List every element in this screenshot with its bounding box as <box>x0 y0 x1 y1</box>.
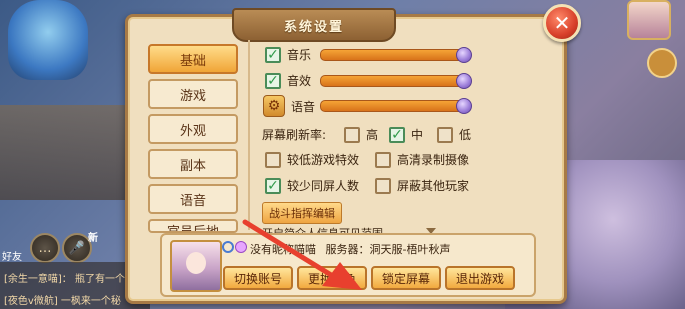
refresh-high[interactable]: 高 <box>344 126 378 143</box>
player-nickname: 没有昵称喵喵 <box>250 243 316 256</box>
option-hide-players[interactable]: 屏蔽其他玩家 <box>375 177 469 194</box>
refresh-rate-label: 屏幕刷新率: <box>262 128 327 142</box>
voice-slider[interactable] <box>320 100 470 112</box>
sfx-slider-knob[interactable] <box>456 73 472 89</box>
server-name: 服务器：洞天服-梧叶秋声 <box>325 243 451 256</box>
chat-line: [余生一意喵]： 瓶了有一个 <box>4 274 125 285</box>
new-tag: 新 <box>88 233 98 244</box>
music-slider-knob[interactable] <box>456 47 472 63</box>
gear-icon[interactable]: ⚙ <box>263 95 285 117</box>
switch-account-button[interactable]: 切换账号 <box>223 266 293 290</box>
option-fewer-players[interactable]: ✓ 较少同屏人数 <box>265 177 359 194</box>
dialog-title-plate: 系统设置 <box>232 8 396 42</box>
tab-appearance[interactable]: 外观 <box>148 114 238 144</box>
tab-basic[interactable]: 基础 <box>148 44 238 74</box>
option-checkbox[interactable] <box>375 177 391 194</box>
player-portrait-icon[interactable] <box>627 0 671 40</box>
change-role-button[interactable]: 更换角色 <box>297 266 367 290</box>
sfx-checkbox[interactable]: ✓ <box>265 72 281 89</box>
voice-slider-knob[interactable] <box>456 98 472 114</box>
lock-screen-button[interactable]: 锁定屏幕 <box>371 266 441 290</box>
refresh-rate-row: 屏幕刷新率: <box>262 126 326 143</box>
background-stone <box>0 105 130 200</box>
sfx-slider[interactable] <box>320 75 470 87</box>
music-row: ✓ 音乐 <box>265 46 311 63</box>
option-label: 较低游戏特效 <box>287 153 360 167</box>
emoji-icon <box>235 241 247 253</box>
close-icon[interactable]: ✕ <box>543 4 581 42</box>
sfx-label: 音效 <box>287 74 312 88</box>
refresh-medium-checkbox[interactable]: ✓ <box>389 126 405 143</box>
chat-bubble-icon[interactable]: … <box>30 233 60 263</box>
refresh-medium-label: 中 <box>411 128 424 142</box>
background-statue <box>8 0 88 80</box>
player-info-text: 没有昵称喵喵 服务器：洞天服-梧叶秋声 <box>250 241 450 257</box>
option-low-effects[interactable]: 较低游戏特效 <box>265 151 359 168</box>
refresh-high-checkbox[interactable] <box>344 126 360 143</box>
option-label: 较少同屏人数 <box>287 179 360 193</box>
chat-line: [夜色v微航] 一枫来一个秘 <box>4 296 121 307</box>
music-checkbox[interactable]: ✓ <box>265 46 281 63</box>
dialog-title: 系统设置 <box>283 19 344 35</box>
option-label: 屏蔽其他玩家 <box>397 179 470 193</box>
gender-icon <box>222 241 234 253</box>
option-label: 高清录制摄像 <box>397 153 470 167</box>
friend-label[interactable]: 好友 <box>2 248 22 263</box>
tab-more[interactable]: 官员后地 <box>148 219 238 233</box>
voice-row: ⚙ 语音 <box>263 95 315 117</box>
tab-voice[interactable]: 语音 <box>148 184 238 214</box>
voice-label: 语音 <box>291 99 316 114</box>
exit-game-button[interactable]: 退出游戏 <box>445 266 515 290</box>
divider <box>248 40 250 230</box>
option-hd-record[interactable]: 高清录制摄像 <box>375 151 469 168</box>
battle-command-edit-button[interactable]: 战斗指挥编辑 <box>262 202 342 224</box>
option-checkbox[interactable] <box>265 151 281 168</box>
refresh-low-checkbox[interactable] <box>437 126 453 143</box>
sfx-row: ✓ 音效 <box>265 72 311 89</box>
tab-game[interactable]: 游戏 <box>148 79 238 109</box>
side-menu-button[interactable] <box>647 48 677 78</box>
refresh-low[interactable]: 低 <box>437 126 471 143</box>
refresh-high-label: 高 <box>366 128 379 142</box>
tab-dungeon[interactable]: 副本 <box>148 149 238 179</box>
option-checkbox[interactable] <box>375 151 391 168</box>
refresh-low-label: 低 <box>459 128 472 142</box>
option-checkbox[interactable]: ✓ <box>265 177 281 194</box>
avatar <box>170 240 222 292</box>
music-label: 音乐 <box>287 48 312 62</box>
music-slider[interactable] <box>320 49 470 61</box>
refresh-medium[interactable]: ✓ 中 <box>389 126 423 143</box>
